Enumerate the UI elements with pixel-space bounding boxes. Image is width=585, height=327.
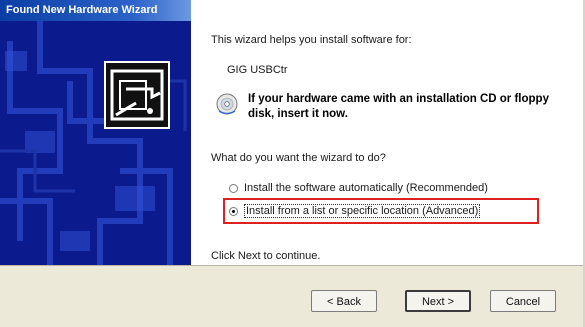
wizard-footer: < Back Next > Cancel xyxy=(0,265,583,327)
option-automatic[interactable]: Install the software automatically (Reco… xyxy=(229,180,488,196)
back-button[interactable]: < Back xyxy=(311,290,377,312)
wizard-content: This wizard helps you install software f… xyxy=(191,0,583,265)
cd-disk-icon xyxy=(215,92,239,116)
radio-automatic[interactable] xyxy=(229,183,238,193)
option-automatic-label: Install the software automatically (Reco… xyxy=(244,182,488,194)
highlight-box xyxy=(223,198,539,224)
intro-text: This wizard helps you install software f… xyxy=(211,34,412,46)
cd-prompt-text: If your hardware came with an installati… xyxy=(248,93,549,120)
next-button[interactable]: Next > xyxy=(405,290,471,312)
cancel-button[interactable]: Cancel xyxy=(490,290,556,312)
hardware-wizard-logo-icon xyxy=(104,61,170,129)
wizard-window: Found New Hardware Wizard This wizard he… xyxy=(0,0,585,327)
window-title: Found New Hardware Wizard xyxy=(0,0,191,21)
continue-text: Click Next to continue. xyxy=(211,250,321,262)
question-text: What do you want the wizard to do? xyxy=(211,152,386,164)
banner-pattern xyxy=(0,21,191,265)
device-name: GIG USBCtr xyxy=(227,64,288,76)
wizard-banner xyxy=(0,21,191,265)
